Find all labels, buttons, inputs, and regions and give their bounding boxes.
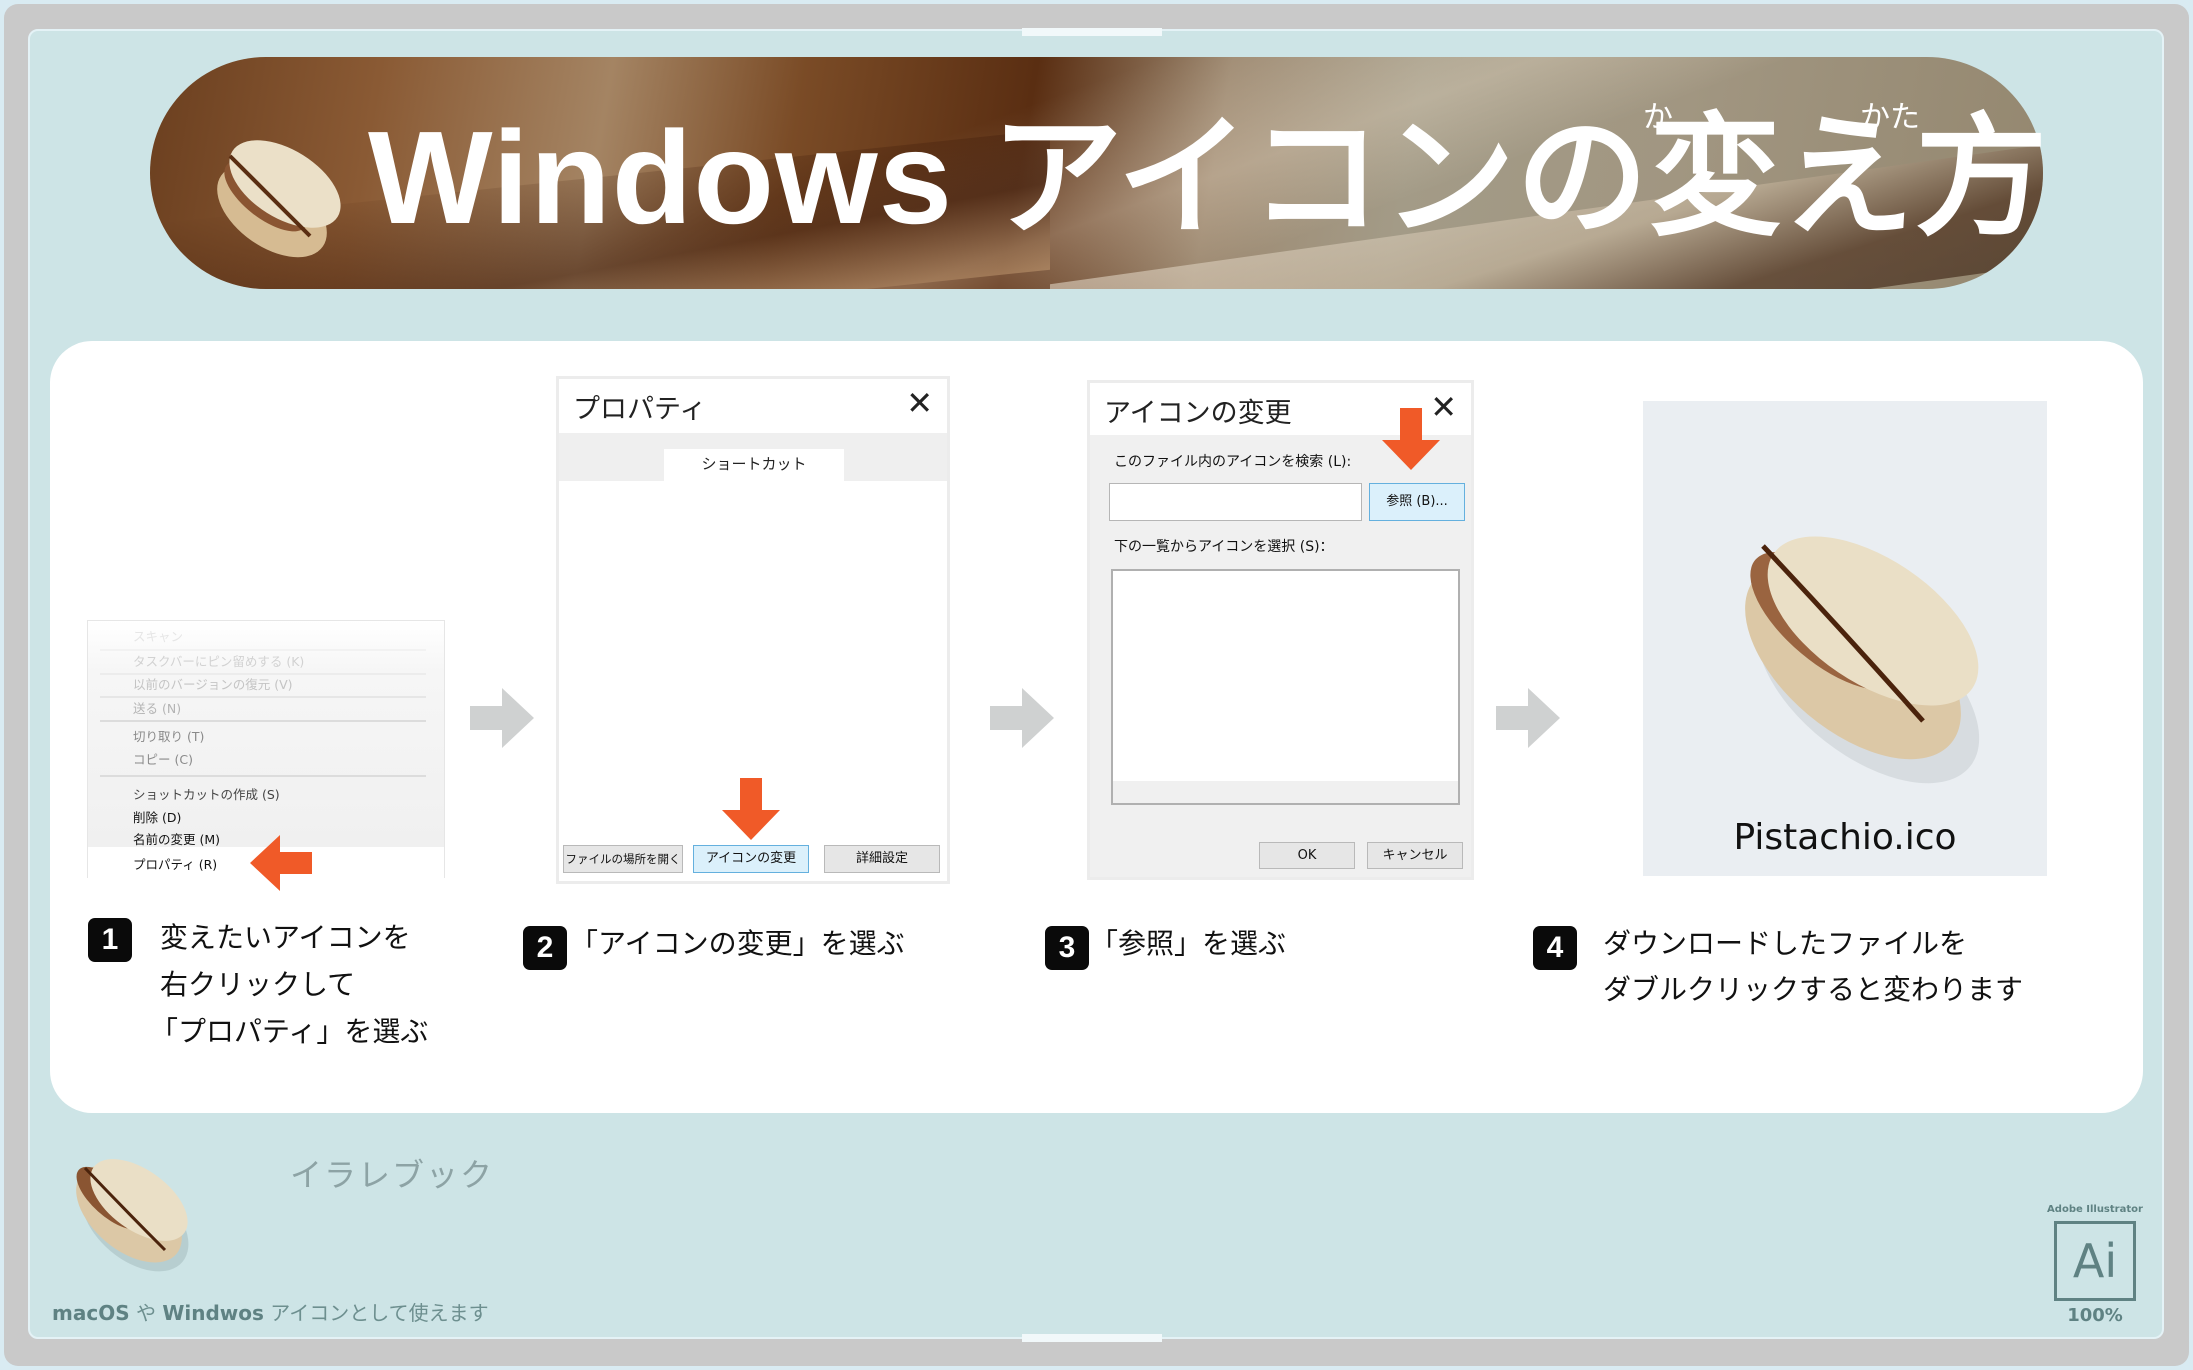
ok-button[interactable]: OK	[1259, 842, 1355, 869]
pistachio-icon	[190, 116, 360, 266]
illustrator-icon: Ai	[2054, 1221, 2136, 1301]
change-icon-dialog-title: アイコンの変更	[1104, 398, 1292, 429]
next-arrow-icon	[470, 688, 534, 748]
file-name: Pistachio.ico	[1733, 817, 1957, 858]
menu-item-pin-taskbar[interactable]: タスクバーにピン留めする (K)	[133, 651, 304, 670]
next-arrow-icon	[990, 688, 1054, 748]
step3-caption: 「参照」を選ぶ	[1090, 927, 1287, 960]
step1-caption-line2: 右クリックして	[160, 968, 356, 1001]
cancel-button[interactable]: キャンセル	[1367, 842, 1463, 869]
page-title: Windows アイコンの変え方	[368, 104, 2049, 251]
close-icon[interactable]: ✕	[906, 385, 933, 421]
top-marker	[1022, 28, 1162, 36]
menu-item-scan[interactable]: スキャン	[133, 626, 183, 645]
app-label: Adobe Illustrator	[2047, 1204, 2143, 1215]
brand-logo: イラレブック	[290, 1156, 495, 1194]
menu-item-properties[interactable]: プロパティ (R)	[133, 854, 217, 873]
step-badge-3: 3	[1045, 926, 1089, 970]
menu-item-restore-version[interactable]: 以前のバージョンの復元 (V)	[133, 674, 293, 693]
horizontal-scrollbar[interactable]	[1113, 781, 1458, 803]
menu-item-copy[interactable]: コピー (C)	[133, 749, 193, 768]
menu-item-create-shortcut[interactable]: ショットカットの作成 (S)	[133, 784, 280, 803]
step1-caption-line1: 変えたいアイコンを	[160, 921, 411, 954]
tagline-rest: アイコンとして使えます	[263, 1301, 489, 1325]
step-badge-1: 1	[88, 918, 132, 962]
browse-button[interactable]: 参照 (B)...	[1369, 483, 1465, 521]
step4-caption-line1: ダウンロードしたファイルを	[1603, 927, 1968, 960]
bottom-marker	[1022, 1334, 1162, 1342]
step2-caption: 「アイコンの変更」を選ぶ	[570, 927, 905, 960]
tagline: macOS や Windwos アイコンとして使えます	[52, 1297, 489, 1326]
menu-item-delete[interactable]: 削除 (D)	[133, 807, 181, 826]
next-arrow-icon	[1496, 688, 1560, 748]
orange-arrow-down-icon	[722, 778, 780, 840]
advanced-button[interactable]: 詳細設定	[824, 845, 940, 873]
step1-caption-line3: 「プロパティ」を選ぶ	[150, 1015, 429, 1048]
icon-list[interactable]	[1111, 569, 1460, 805]
ruby-kata: かた	[1860, 100, 1920, 135]
menu-separator	[100, 720, 426, 722]
tagline-windows: Windwos	[162, 1301, 264, 1325]
open-file-location-button[interactable]: ファイルの場所を開く	[563, 845, 683, 873]
tagline-ya: や	[129, 1301, 163, 1325]
icon-file-input[interactable]	[1109, 483, 1362, 521]
menu-item-cut[interactable]: 切り取り (T)	[133, 726, 204, 745]
icon-list-label: 下の一覧からアイコンを選択 (S)：	[1114, 539, 1334, 555]
orange-arrow-down-icon	[1382, 408, 1440, 470]
step-badge-2: 2	[523, 926, 567, 970]
search-label: このファイル内のアイコンを検索 (L):	[1114, 454, 1352, 470]
step-badge-4: 4	[1533, 926, 1577, 970]
menu-separator	[100, 775, 426, 777]
tab-shortcut[interactable]: ショートカット	[664, 449, 844, 481]
tagline-macos: macOS	[52, 1301, 130, 1325]
properties-dialog-title: プロパティ	[573, 394, 707, 425]
menu-item-rename[interactable]: 名前の変更 (M)	[133, 829, 220, 848]
zoom-level: 100%	[2067, 1305, 2123, 1326]
step4-caption-line2: ダブルクリックすると変わります	[1603, 973, 2024, 1006]
pistachio-file-icon[interactable]	[1693, 471, 2003, 791]
menu-item-send-to[interactable]: 送る (N)	[133, 698, 181, 717]
orange-arrow-left-icon	[250, 835, 312, 891]
ruby-ka: か	[1643, 100, 1673, 135]
illustrator-badge: Adobe Illustrator Ai 100%	[2040, 1204, 2150, 1326]
result-preview: Pistachio.ico	[1643, 401, 2047, 876]
pistachio-logo-icon	[55, 1140, 205, 1280]
change-icon-button[interactable]: アイコンの変更	[693, 845, 809, 873]
